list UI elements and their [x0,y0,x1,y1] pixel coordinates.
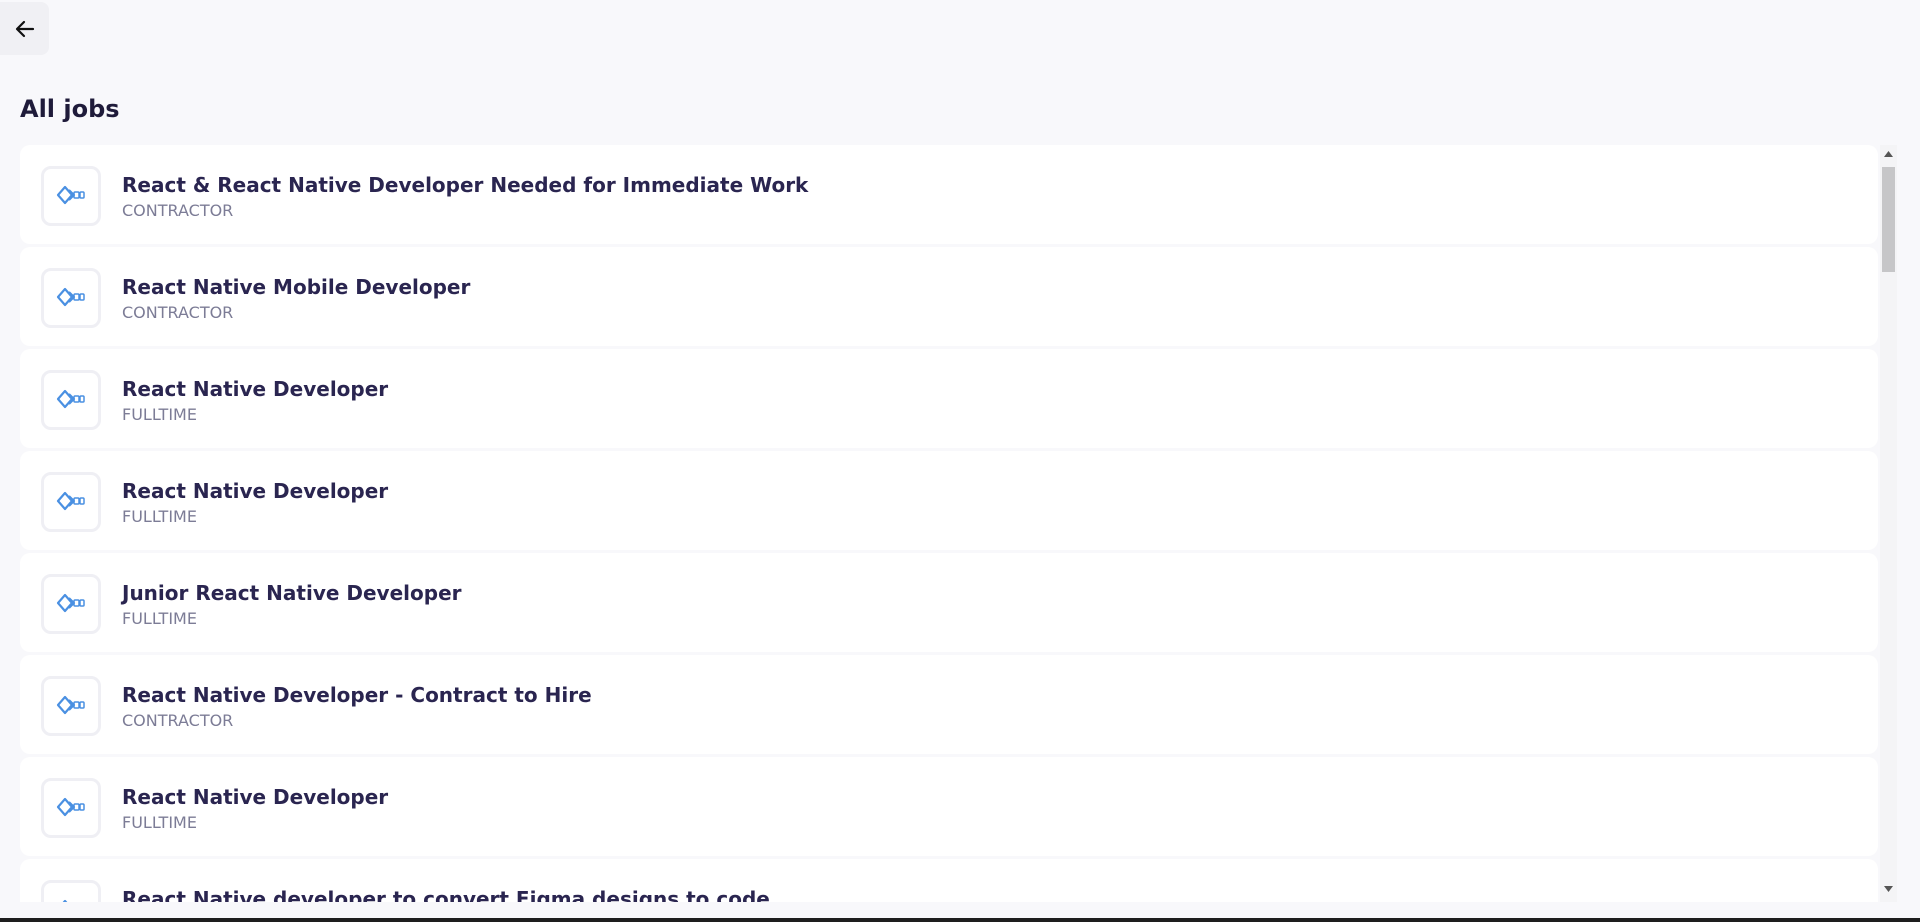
scrollbar[interactable] [1880,145,1897,902]
company-logo-icon [56,185,85,205]
job-type: FULLTIME [122,609,197,628]
company-logo-icon [56,593,85,613]
jobs-page: All jobs React & React Native Developer … [0,0,1920,922]
job-type: FULLTIME [122,813,197,832]
job-card[interactable]: React Native Developer FULLTIME [20,451,1878,550]
company-logo-icon [56,287,85,307]
job-title: React Native Developer [122,479,389,503]
job-type: CONTRACTOR [122,711,234,730]
window-bottom-edge [0,918,1920,922]
job-type: CONTRACTOR [122,201,234,220]
job-title: React & React Native Developer Needed fo… [122,173,809,197]
job-logo [41,778,101,838]
arrow-left-icon [15,20,34,37]
job-card[interactable]: React Native developer to convert Figma … [20,859,1878,902]
job-logo [41,472,101,532]
job-logo [41,676,101,736]
page-title: All jobs [20,95,120,123]
job-title: React Native Developer - Contract to Hir… [122,683,592,707]
job-logo [41,574,101,634]
caret-down-icon [1884,886,1893,892]
job-list-viewport: React & React Native Developer Needed fo… [20,145,1920,902]
job-type: FULLTIME [122,405,197,424]
scroll-down-button[interactable] [1880,886,1897,896]
caret-up-icon [1884,151,1893,157]
company-logo-icon [62,899,68,902]
company-logo-icon [56,797,85,817]
job-type: CONTRACTOR [122,303,234,322]
company-logo-icon [56,389,85,409]
job-card[interactable]: React & React Native Developer Needed fo… [20,145,1878,244]
job-title: React Native developer to convert Figma … [122,887,770,902]
job-title: React Native Developer [122,377,389,401]
back-button[interactable] [0,2,49,55]
job-card[interactable]: Junior React Native Developer FULLTIME [20,553,1878,652]
job-logo [41,268,101,328]
job-logo [41,370,101,430]
scroll-up-button[interactable] [1880,151,1897,161]
job-card[interactable]: React Native Developer - Contract to Hir… [20,655,1878,754]
job-type: FULLTIME [122,507,197,526]
job-title: React Native Mobile Developer [122,275,471,299]
job-list: React & React Native Developer Needed fo… [20,145,1878,902]
job-title: React Native Developer [122,785,389,809]
job-logo [41,166,101,226]
job-logo [41,880,101,902]
company-logo-icon [56,491,85,511]
job-title: Junior React Native Developer [122,581,462,605]
company-logo-icon [56,695,85,715]
job-card[interactable]: React Native Mobile Developer CONTRACTOR [20,247,1878,346]
job-card[interactable]: React Native Developer FULLTIME [20,757,1878,856]
scroll-thumb[interactable] [1882,167,1895,272]
job-card[interactable]: React Native Developer FULLTIME [20,349,1878,448]
